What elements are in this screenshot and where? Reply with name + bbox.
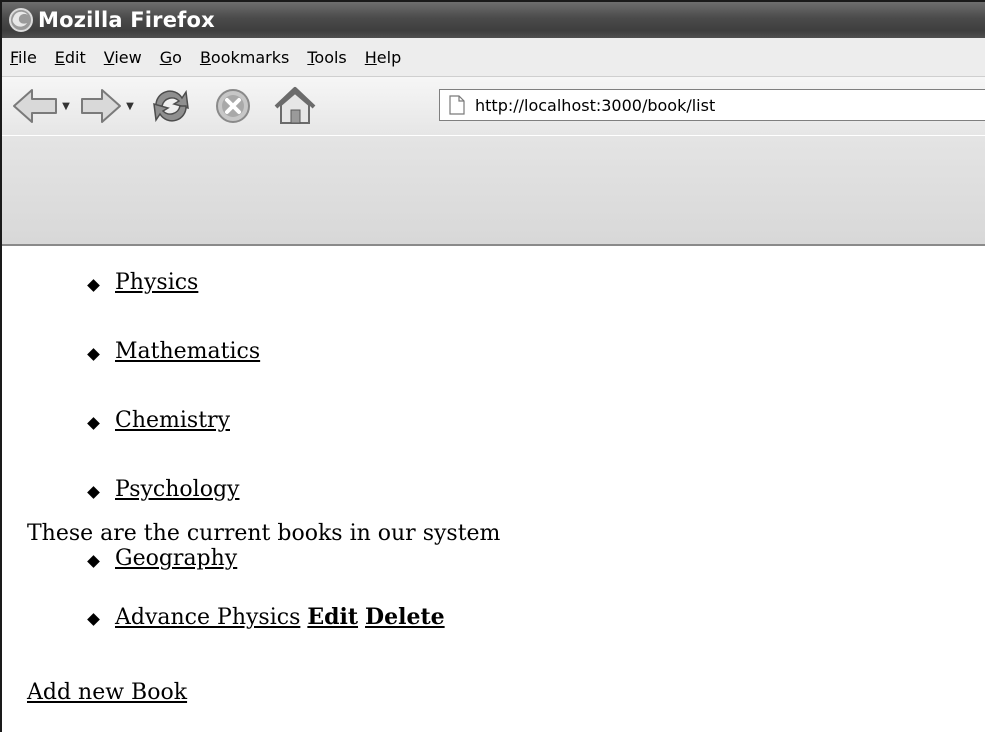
category-list: Physics Mathematics Chemistry Psychology… xyxy=(2,246,260,571)
address-bar xyxy=(439,89,985,121)
menu-go[interactable]: Go xyxy=(160,48,182,67)
category-item: Mathematics xyxy=(87,339,260,364)
url-input[interactable] xyxy=(475,95,975,115)
bullet xyxy=(87,486,100,499)
forward-button[interactable] xyxy=(78,86,124,126)
category-item: Geography xyxy=(87,546,260,571)
back-history-dropdown[interactable]: ▼ xyxy=(60,101,72,112)
menu-view[interactable]: View xyxy=(104,48,142,67)
forward-history-dropdown[interactable]: ▼ xyxy=(124,101,136,112)
reload-icon xyxy=(153,89,189,123)
window-title: Mozilla Firefox xyxy=(38,8,215,32)
category-link-geography[interactable]: Geography xyxy=(115,546,237,571)
bullet xyxy=(87,279,100,292)
category-item: Chemistry xyxy=(87,408,260,433)
menu-file[interactable]: File xyxy=(10,48,37,67)
menu-bar: File Edit View Go Bookmarks Tools Help xyxy=(2,38,985,77)
category-link-chemistry[interactable]: Chemistry xyxy=(115,408,230,433)
category-link-physics[interactable]: Physics xyxy=(115,270,198,295)
category-item: Physics xyxy=(87,270,260,295)
bullet xyxy=(87,348,100,361)
stop-icon xyxy=(216,89,250,123)
forward-arrow-icon xyxy=(81,89,121,123)
stop-button[interactable] xyxy=(214,87,252,125)
home-button[interactable] xyxy=(272,85,318,127)
delete-book-link[interactable]: Delete xyxy=(365,604,445,630)
book-list-item: Advance Physics Edit Delete xyxy=(87,604,985,630)
back-arrow-icon xyxy=(13,89,57,123)
browser-window: Mozilla Firefox File Edit View Go Bookma… xyxy=(0,0,985,732)
firefox-logo-icon xyxy=(9,8,33,32)
back-button[interactable] xyxy=(10,86,60,126)
add-new-book-link[interactable]: Add new Book xyxy=(27,680,187,705)
menu-tools[interactable]: Tools xyxy=(307,48,346,67)
menu-edit[interactable]: Edit xyxy=(55,48,86,67)
category-link-psychology[interactable]: Psychology xyxy=(115,477,239,502)
navigation-toolbar: ▼ ▼ xyxy=(2,77,985,135)
title-bar: Mozilla Firefox xyxy=(2,2,985,38)
edit-book-link[interactable]: Edit xyxy=(307,604,358,630)
home-icon xyxy=(274,87,316,124)
bullet xyxy=(87,555,100,568)
page-icon xyxy=(449,95,465,115)
page-content: Physics Mathematics Chemistry Psychology… xyxy=(2,246,985,732)
category-item: Psychology xyxy=(87,477,260,502)
bookmarks-toolbar xyxy=(2,136,985,246)
bullet xyxy=(87,613,100,626)
reload-button[interactable] xyxy=(146,84,196,128)
category-link-mathematics[interactable]: Mathematics xyxy=(115,339,260,364)
book-title-link[interactable]: Advance Physics xyxy=(115,605,300,630)
book-list: Advance Physics Edit Delete xyxy=(2,246,985,630)
books-intro-text: These are the current books in our syste… xyxy=(27,521,501,546)
menu-help[interactable]: Help xyxy=(365,48,401,67)
menu-bookmarks[interactable]: Bookmarks xyxy=(200,48,289,67)
bullet xyxy=(87,417,100,430)
